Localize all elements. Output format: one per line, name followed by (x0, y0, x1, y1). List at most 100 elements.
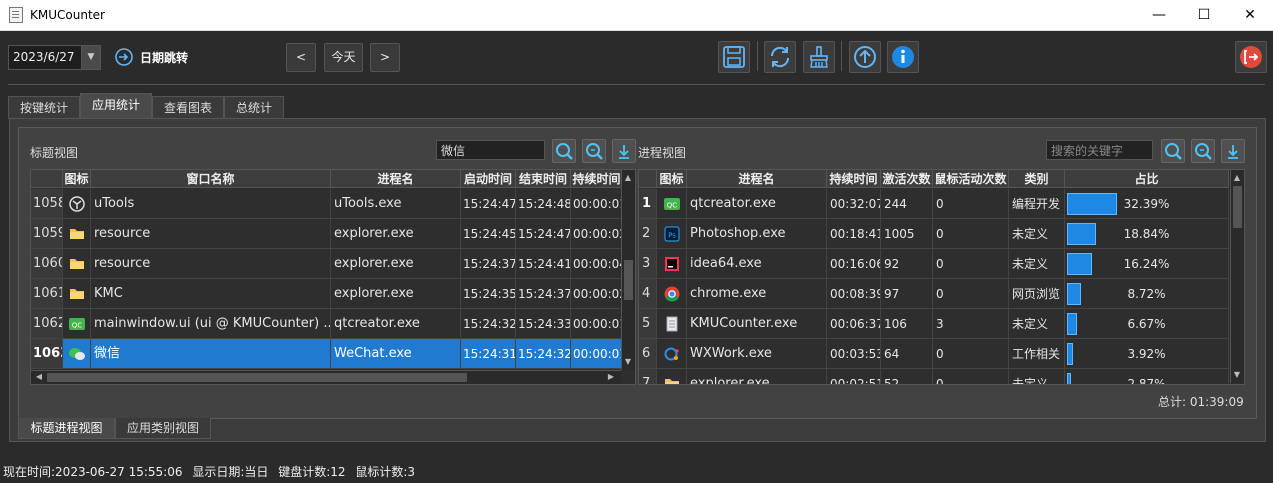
cell-process[interactable]: qtcreator.exe (331, 309, 461, 339)
cell-duration[interactable]: 00:00:02 (571, 279, 623, 309)
scroll-thumb[interactable] (624, 260, 633, 300)
row-number[interactable]: 1060 (31, 249, 63, 279)
left-search-button[interactable] (552, 139, 576, 163)
cell-process[interactable]: Photoshop.exe (687, 219, 827, 249)
right-search-button[interactable] (1161, 139, 1185, 163)
cell-process[interactable]: explorer.exe (687, 369, 827, 384)
cell-mouse[interactable]: 0 (933, 219, 1009, 249)
tab-total-stats[interactable]: 总统计 (224, 96, 284, 119)
row-number[interactable]: 7 (639, 369, 657, 384)
horizontal-scrollbar[interactable]: ◀ ▶ (31, 370, 621, 384)
cell-duration[interactable]: 00:00:01 (571, 309, 623, 339)
cell-process[interactable]: explorer.exe (331, 279, 461, 309)
cell-mouse[interactable]: 0 (933, 369, 1009, 384)
right-search-next-button[interactable] (1191, 139, 1215, 163)
info-button[interactable] (887, 41, 919, 73)
row-number[interactable]: 6 (639, 339, 657, 369)
cell-end[interactable]: 15:24:33 (516, 309, 571, 339)
cell-category[interactable]: 编程开发 (1009, 189, 1065, 219)
cell-duration[interactable]: 00:08:39 (827, 279, 881, 309)
cell-window[interactable]: uTools (91, 189, 331, 219)
cell-percent[interactable]: 2.87% (1065, 369, 1229, 384)
tab-app-category-view[interactable]: 应用类别视图 (115, 418, 211, 439)
cell-percent[interactable]: 16.24% (1065, 249, 1229, 279)
tab-title-process-view[interactable]: 标题进程视图 (18, 418, 115, 439)
cell-end[interactable]: 15:24:48 (516, 189, 571, 219)
cell-duration[interactable]: 00:02:51 (827, 369, 881, 384)
row-number[interactable]: 1063 (31, 339, 63, 369)
cell-window[interactable]: 微信 (91, 339, 331, 369)
column-header[interactable]: 类别 (1009, 170, 1065, 188)
clean-button[interactable] (803, 41, 835, 73)
date-jump-button[interactable]: 日期跳转 (112, 46, 192, 68)
row-number[interactable]: 1058 (31, 189, 63, 219)
column-header[interactable]: 占比 (1065, 170, 1229, 188)
cell-percent[interactable]: 8.72% (1065, 279, 1229, 309)
column-header[interactable]: 持续时间 (827, 170, 881, 188)
cell-end[interactable]: 15:24:37 (516, 279, 571, 309)
cell-process[interactable]: explorer.exe (331, 219, 461, 249)
date-picker[interactable]: 2023/6/27 ▼ (8, 45, 101, 70)
row-number[interactable]: 1061 (31, 279, 63, 309)
cell-window[interactable]: resource (91, 249, 331, 279)
cell-activations[interactable]: 244 (881, 189, 933, 219)
row-number[interactable]: 4 (639, 279, 657, 309)
cell-process[interactable]: uTools.exe (331, 189, 461, 219)
chevron-down-icon[interactable]: ▼ (81, 46, 100, 69)
cell-end[interactable]: 15:24:41 (516, 249, 571, 279)
cell-mouse[interactable]: 0 (933, 339, 1009, 369)
cell-duration[interactable]: 00:00:02 (571, 219, 623, 249)
scroll-left-icon[interactable]: ◀ (33, 371, 45, 383)
cell-window[interactable]: resource (91, 219, 331, 249)
cell-duration[interactable]: 00:18:41 (827, 219, 881, 249)
cell-mouse[interactable]: 0 (933, 189, 1009, 219)
right-filter-button[interactable] (1221, 139, 1245, 163)
right-search-input[interactable]: 搜索的关键字 (1046, 140, 1153, 160)
cell-duration[interactable]: 00:00:01 (571, 339, 623, 369)
cell-activations[interactable]: 106 (881, 309, 933, 339)
cell-end[interactable]: 15:24:47 (516, 219, 571, 249)
column-header[interactable]: 进程名 (331, 170, 461, 188)
cell-start[interactable]: 15:24:47 (461, 189, 516, 219)
cell-process[interactable]: WXWork.exe (687, 339, 827, 369)
column-header[interactable]: 启动时间 (461, 170, 516, 188)
column-header[interactable]: 进程名 (687, 170, 827, 188)
cell-activations[interactable]: 1005 (881, 219, 933, 249)
vertical-scrollbar[interactable]: ▲ ▼ (1230, 170, 1244, 383)
row-number[interactable]: 3 (639, 249, 657, 279)
row-number[interactable]: 1062 (31, 309, 63, 339)
cell-duration[interactable]: 00:00:01 (571, 189, 623, 219)
cell-duration[interactable]: 00:16:06 (827, 249, 881, 279)
left-search-input[interactable]: 微信 (436, 140, 545, 160)
cell-mouse[interactable]: 0 (933, 279, 1009, 309)
maximize-button[interactable]: ☐ (1181, 0, 1227, 30)
cell-process[interactable]: explorer.exe (331, 249, 461, 279)
cell-duration[interactable]: 00:03:53 (827, 339, 881, 369)
cell-activations[interactable]: 64 (881, 339, 933, 369)
cell-process[interactable]: idea64.exe (687, 249, 827, 279)
column-header[interactable]: 结束时间 (516, 170, 571, 188)
vertical-scrollbar[interactable]: ▲ ▼ (621, 170, 635, 370)
scroll-up-icon[interactable]: ▲ (1231, 172, 1243, 184)
cell-start[interactable]: 15:24:31 (461, 339, 516, 369)
cell-end[interactable]: 15:24:32 (516, 339, 571, 369)
cell-window[interactable]: mainwindow.ui (ui @ KMUCounter) ... (91, 309, 331, 339)
cell-mouse[interactable]: 0 (933, 249, 1009, 279)
left-filter-button[interactable] (612, 139, 636, 163)
column-header[interactable]: 激活次数 (881, 170, 933, 188)
scroll-right-icon[interactable]: ▶ (605, 371, 617, 383)
cell-category[interactable]: 未定义 (1009, 369, 1065, 384)
cell-duration[interactable]: 00:32:07 (827, 189, 881, 219)
today-button[interactable]: 今天 (324, 43, 363, 72)
minimize-button[interactable]: — (1136, 0, 1182, 30)
cell-start[interactable]: 15:24:35 (461, 279, 516, 309)
row-number[interactable]: 2 (639, 219, 657, 249)
tab-key-stats[interactable]: 按键统计 (8, 96, 80, 119)
save-button[interactable] (718, 41, 750, 73)
cell-start[interactable]: 15:24:37 (461, 249, 516, 279)
scroll-thumb[interactable] (1233, 186, 1242, 228)
cell-start[interactable]: 15:24:45 (461, 219, 516, 249)
cell-category[interactable]: 未定义 (1009, 249, 1065, 279)
cell-percent[interactable]: 6.67% (1065, 309, 1229, 339)
left-search-next-button[interactable] (582, 139, 606, 163)
